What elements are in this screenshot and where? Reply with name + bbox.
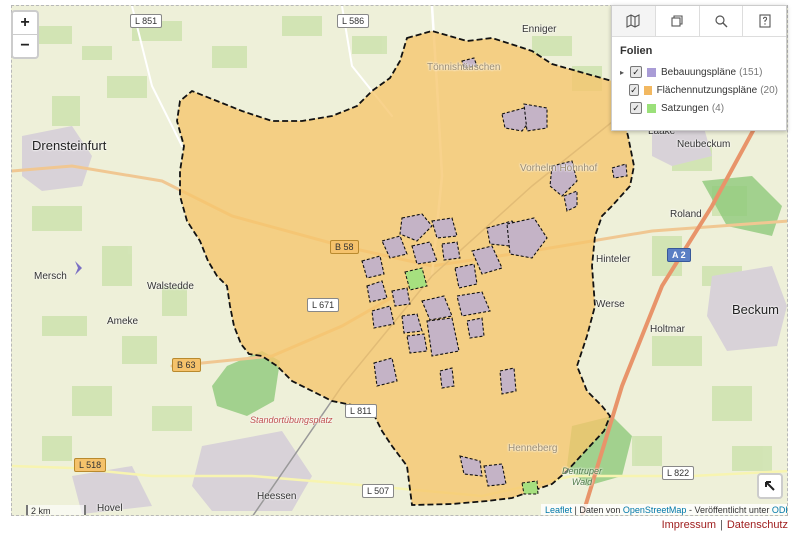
layer-name-satzungen: Satzungen bbox=[661, 102, 709, 114]
place-label-holtmar: Holtmar bbox=[650, 324, 686, 335]
road-label-l822: L 822 bbox=[662, 466, 695, 480]
layer-checkbox-bebauungsplaene[interactable]: ✓ bbox=[630, 66, 642, 78]
fit-bounds-button[interactable] bbox=[757, 473, 783, 499]
map-icon bbox=[626, 14, 640, 28]
layers-icon bbox=[671, 15, 683, 27]
map-attribution: Leaflet | Daten von OpenStreetMap - Verö… bbox=[541, 504, 787, 515]
zoom-in-button[interactable]: + bbox=[13, 12, 37, 34]
road-label-l671: L 671 bbox=[307, 298, 340, 312]
attribution-text-1: | Daten von bbox=[572, 505, 623, 515]
layer-name-bebauungsplaene: Bebauungspläne bbox=[661, 66, 737, 78]
tab-help[interactable] bbox=[743, 6, 786, 36]
place-label-hovel: Hovel bbox=[97, 503, 123, 514]
odbl-link[interactable]: ODbL bbox=[772, 505, 787, 515]
scale-bar: 2 km bbox=[26, 505, 86, 515]
place-label-heessen: Heessen bbox=[257, 491, 297, 502]
tab-search[interactable] bbox=[699, 6, 744, 36]
expand-arrow-icon[interactable]: ▸ bbox=[620, 68, 628, 77]
layer-name-flaechennutzungsplaene: Flächennutzungspläne bbox=[656, 84, 758, 96]
place-label-standortuebungsplatz: Standortübungsplatz bbox=[250, 415, 333, 425]
place-label-drensteinfurt: Drensteinfurt bbox=[32, 138, 107, 153]
layer-count-bebauungsplaene: (151) bbox=[739, 66, 763, 78]
osm-link[interactable]: OpenStreetMap bbox=[623, 505, 687, 515]
footer: Impressum | Datenschutz bbox=[662, 519, 788, 531]
place-label-werse: Werse bbox=[596, 299, 625, 310]
place-label-mersch: Mersch bbox=[34, 271, 67, 282]
place-label-wald: Dentruper Wald bbox=[561, 466, 603, 487]
impressum-link[interactable]: Impressum bbox=[662, 519, 716, 531]
place-label-roland: Roland bbox=[670, 209, 702, 220]
road-label-l811: L 811 bbox=[345, 404, 377, 418]
tab-layers[interactable] bbox=[655, 6, 700, 36]
road-label-b58: B 58 bbox=[330, 240, 359, 254]
zoom-out-button[interactable]: − bbox=[13, 34, 37, 57]
place-label-henneberg: Henneberg bbox=[508, 443, 558, 454]
arrow-up-left-icon bbox=[765, 481, 775, 491]
help-icon bbox=[759, 14, 771, 28]
layer-row-flaechennutzungsplaene: ✓ Flächennutzungspläne (20) bbox=[620, 81, 778, 99]
attribution-text-2: - Veröffentlicht unter bbox=[686, 505, 772, 515]
road-label-b63: B 63 bbox=[172, 358, 201, 372]
search-icon bbox=[715, 15, 728, 28]
road-label-l586: L 586 bbox=[337, 14, 370, 28]
layer-swatch-bebauungsplaene bbox=[647, 67, 656, 77]
place-label-hinteler: Hinteler bbox=[596, 254, 631, 265]
layer-swatch-flaechennutzungsplaene bbox=[644, 85, 652, 95]
zoom-control: + − bbox=[11, 10, 39, 59]
place-label-enniger: Enniger bbox=[522, 24, 557, 35]
leaflet-link[interactable]: Leaflet bbox=[545, 505, 572, 515]
panel-tabs bbox=[612, 6, 786, 37]
road-label-a2: A 2 bbox=[667, 248, 691, 262]
layer-count-satzungen: (4) bbox=[711, 102, 725, 114]
layer-swatch-satzungen bbox=[647, 103, 656, 113]
layer-panel: Folien ▸ ✓ Bebauungspläne (151) ✓ Fläche… bbox=[611, 5, 787, 131]
road-label-l507: L 507 bbox=[362, 484, 395, 498]
place-label-ameke: Ameke bbox=[107, 316, 139, 327]
layer-panel-heading: Folien bbox=[620, 45, 653, 57]
road-label-l851: L 851 bbox=[130, 14, 163, 28]
layer-row-satzungen: ✓ Satzungen (4) bbox=[620, 99, 778, 117]
place-label-toennishaeuschen: Tönnishäuschen bbox=[427, 62, 501, 73]
datenschutz-link[interactable]: Datenschutz bbox=[727, 519, 788, 531]
layer-checkbox-flaechennutzungsplaene[interactable]: ✓ bbox=[628, 84, 640, 96]
place-label-vorhelm: Vorhelm Hohnhof bbox=[520, 163, 598, 174]
layer-checkbox-satzungen[interactable]: ✓ bbox=[630, 102, 642, 114]
layer-count-flaechennutzungsplaene: (20) bbox=[760, 84, 778, 96]
layer-row-bebauungsplaene: ▸ ✓ Bebauungspläne (151) bbox=[620, 63, 778, 81]
road-label-l518: L 518 bbox=[74, 458, 107, 472]
tab-map[interactable] bbox=[612, 6, 656, 36]
place-label-beckum: Beckum bbox=[732, 302, 779, 317]
footer-separator: | bbox=[719, 519, 723, 531]
place-label-neubeckum: Neubeckum bbox=[677, 139, 731, 150]
place-label-walstedde: Walstedde bbox=[147, 281, 194, 292]
